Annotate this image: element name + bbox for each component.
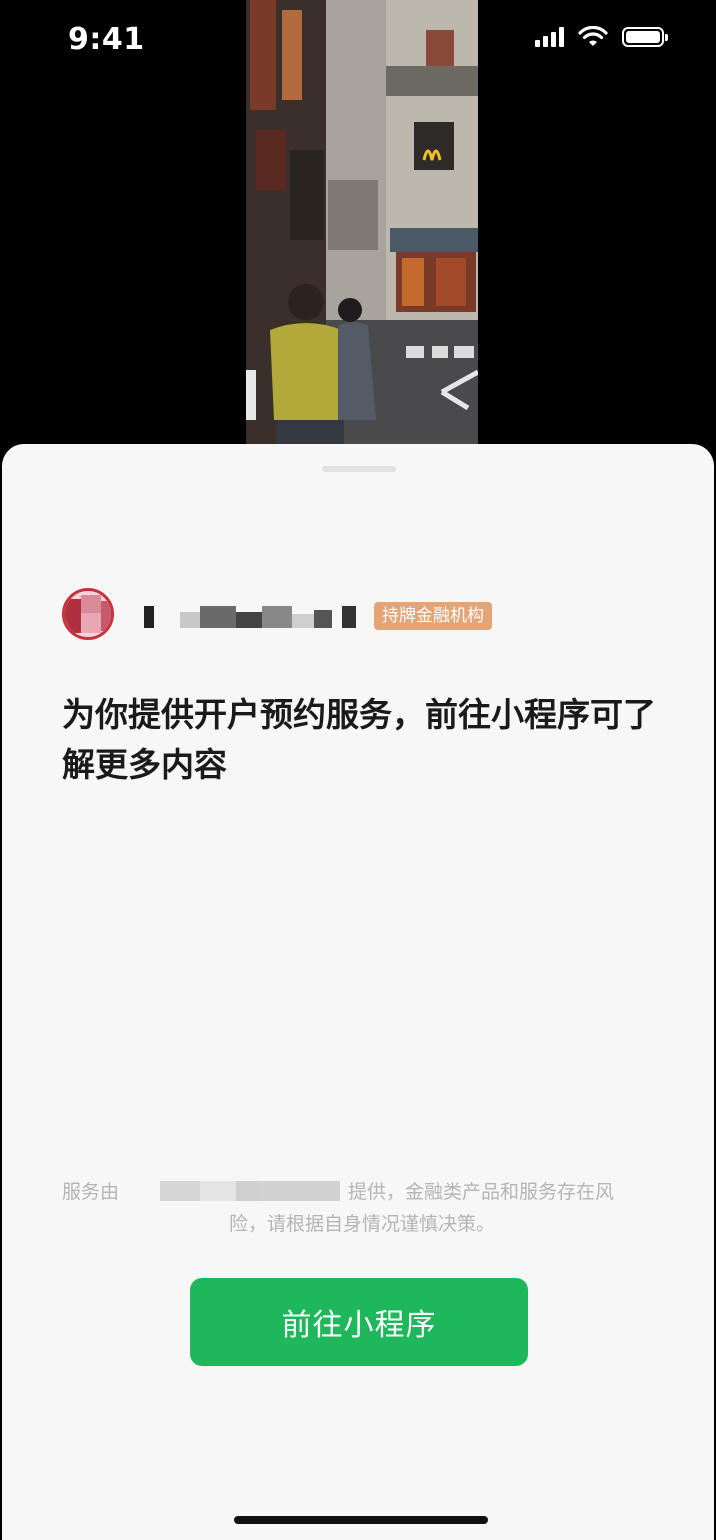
- licensed-institution-badge: 持牌金融机构: [374, 602, 492, 630]
- status-icons: [535, 26, 668, 48]
- open-mini-program-button[interactable]: 前往小程序: [190, 1278, 528, 1366]
- service-headline: 为你提供开户预约服务，前往小程序可了解更多内容: [62, 695, 656, 784]
- bottom-sheet: 持牌金融机构 为你提供开户预约服务，前往小程序可了解更多内容 服务由 提供，金融…: [2, 444, 714, 1540]
- risk-disclaimer: 服务由 提供，金融类产品和服务存在风 险，请根据自身情况谨慎决策。: [62, 1176, 662, 1240]
- drag-handle[interactable]: [322, 466, 396, 472]
- wifi-icon: [578, 26, 608, 46]
- disclaimer-prefix: 服务由: [62, 1181, 120, 1203]
- status-time: 9:41: [68, 22, 145, 57]
- brand-avatar: [62, 588, 114, 640]
- disclaimer-suffix: 提供，金融类产品和服务存在风: [348, 1181, 615, 1203]
- disclaimer-line2: 险，请根据自身情况谨慎决策。: [228, 1213, 495, 1235]
- battery-icon: [622, 27, 668, 47]
- home-indicator: [234, 1516, 488, 1524]
- brand-row: 持牌金融机构: [62, 588, 662, 642]
- status-bar: 9:41: [0, 0, 716, 80]
- provider-name-redacted: [160, 1181, 340, 1201]
- signal-icon: [535, 27, 564, 47]
